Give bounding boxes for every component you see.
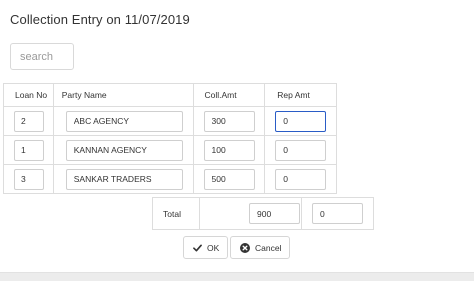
collection-entry-page: Collection Entry on 11/07/2019 Loan No P… xyxy=(0,0,474,281)
rep-amt-field[interactable] xyxy=(275,110,327,132)
table-header-row: Loan No Party Name Coll.Amt Rep Amt xyxy=(3,83,337,107)
checkmark-icon xyxy=(193,243,202,252)
table-row xyxy=(3,106,337,136)
cancel-button-label: Cancel xyxy=(255,242,282,253)
loan-no-field[interactable] xyxy=(14,110,44,132)
total-coll-amt-field[interactable] xyxy=(249,203,300,224)
footer-bar xyxy=(0,272,474,281)
column-header-rep-amt: Rep Amt xyxy=(264,83,337,107)
party-name-field[interactable] xyxy=(65,139,183,161)
column-header-loan-no: Loan No xyxy=(3,83,54,107)
party-name-field[interactable] xyxy=(65,110,183,132)
total-label: Total xyxy=(152,197,200,230)
search-input[interactable] xyxy=(10,43,74,70)
party-name-field[interactable] xyxy=(65,168,183,190)
rep-amt-field[interactable] xyxy=(275,168,327,190)
loan-no-field[interactable] xyxy=(14,139,44,161)
total-rep-amt-field[interactable] xyxy=(312,203,363,224)
coll-amt-field[interactable] xyxy=(203,139,255,161)
table-row xyxy=(3,164,337,194)
close-circle-icon xyxy=(240,242,250,253)
rep-amt-field[interactable] xyxy=(275,139,327,161)
collection-table: Loan No Party Name Coll.Amt Rep Amt xyxy=(3,83,337,194)
loan-no-field[interactable] xyxy=(14,168,44,190)
totals-row: Total xyxy=(152,197,374,230)
ok-button[interactable]: OK xyxy=(183,236,228,259)
coll-amt-field[interactable] xyxy=(203,168,255,190)
ok-button-label: OK xyxy=(207,242,220,253)
column-header-coll-amt: Coll.Amt xyxy=(192,83,266,107)
table-row xyxy=(3,135,337,165)
coll-amt-field[interactable] xyxy=(203,110,255,132)
column-header-party-name: Party Name xyxy=(52,83,194,107)
page-title: Collection Entry on 11/07/2019 xyxy=(10,12,190,27)
cancel-button[interactable]: Cancel xyxy=(230,236,290,259)
